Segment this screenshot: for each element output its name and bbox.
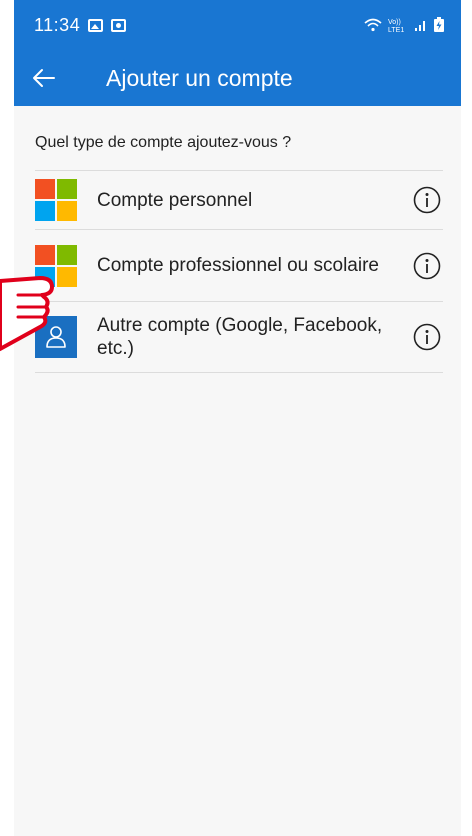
info-icon[interactable]	[413, 252, 441, 280]
wifi-icon	[364, 18, 382, 32]
app-screen: 11:34 Vo)) LTE1 Ajouter un compte Quel t…	[14, 0, 461, 836]
app-toolbar: Ajouter un compte	[14, 50, 461, 106]
account-option-label: Compte professionnel ou scolaire	[97, 255, 379, 276]
status-bar: 11:34 Vo)) LTE1	[14, 0, 461, 50]
person-icon	[35, 316, 77, 358]
svg-text:Vo)): Vo))	[388, 19, 401, 26]
page-title: Ajouter un compte	[106, 64, 293, 91]
gallery-notification-icon	[88, 18, 104, 32]
battery-icon	[434, 17, 444, 32]
account-type-list: Quel type de compte ajoutez-vous ? Compt…	[14, 106, 461, 373]
info-icon[interactable]	[413, 323, 441, 351]
svg-text:LTE1: LTE1	[388, 27, 404, 33]
account-option-work-school[interactable]: Compte professionnel ou scolaire	[35, 230, 443, 302]
volte-lte-icon: Vo)) LTE1	[388, 19, 404, 33]
back-button[interactable]	[14, 50, 74, 106]
account-option-label: Compte personnel	[97, 189, 253, 211]
arrow-left-icon	[33, 69, 55, 87]
app-notification-icon	[111, 18, 127, 32]
info-icon[interactable]	[413, 186, 441, 214]
question-label: Quel type de compte ajoutez-vous ?	[35, 106, 443, 171]
account-option-label: Autre compte (Google, Facebook, etc.)	[97, 315, 383, 359]
microsoft-logo-icon	[35, 244, 77, 287]
account-option-personal[interactable]: Compte personnel	[35, 171, 443, 230]
signal-icon	[415, 21, 425, 31]
user-icon	[46, 326, 66, 348]
account-option-other[interactable]: Autre compte (Google, Facebook, etc.)	[35, 302, 443, 373]
status-time: 11:34	[34, 14, 81, 35]
microsoft-logo-icon	[35, 179, 77, 221]
